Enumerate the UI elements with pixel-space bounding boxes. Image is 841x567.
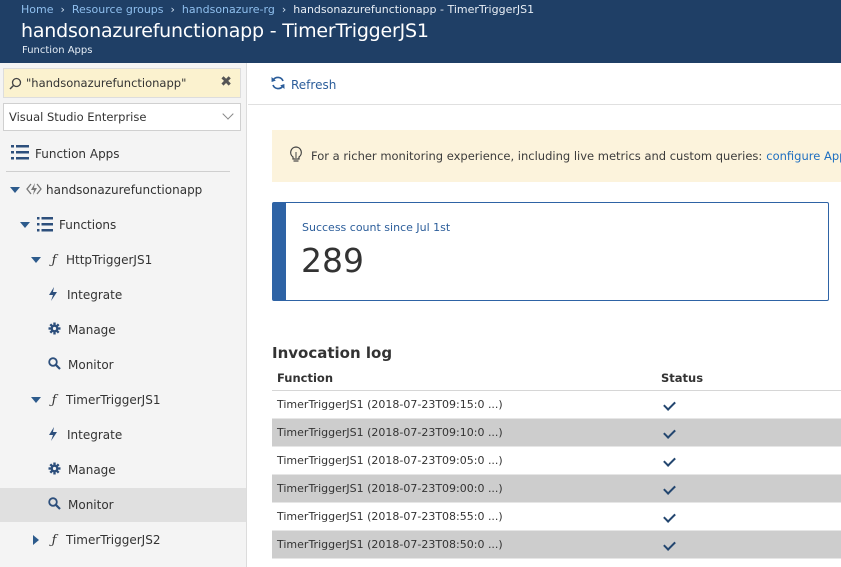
table-row[interactable]: TimerTriggerJS1 (2018-07-23T09:10:0 ...) <box>272 419 841 447</box>
refresh-icon <box>270 75 286 94</box>
refresh-label: Refresh <box>291 77 337 92</box>
search-icon <box>4 77 26 90</box>
tree-item-integrate[interactable]: Integrate <box>0 418 246 452</box>
invocation-function[interactable]: TimerTriggerJS1 (2018-07-23T08:50:0 ...) <box>272 538 661 551</box>
table-header: Function Status <box>272 366 841 391</box>
nav-function-apps[interactable]: Function Apps <box>0 137 246 171</box>
checkmark-icon <box>663 398 676 411</box>
tree-item-monitor-selected[interactable]: Monitor <box>0 488 246 522</box>
invocation-log-title: Invocation log <box>272 344 393 362</box>
search-input[interactable] <box>26 76 211 90</box>
checkmark-icon <box>663 482 676 495</box>
refresh-button[interactable]: Refresh <box>270 75 336 94</box>
command-bar: Refresh <box>248 63 841 105</box>
success-count-label: Success count since Jul 1st <box>302 221 451 234</box>
success-count-value: 289 <box>301 241 364 280</box>
sidebar-divider <box>6 171 230 172</box>
chevron-right-icon: › <box>281 3 287 16</box>
function-name: HttpTriggerJS1 <box>66 253 153 267</box>
table-row[interactable]: TimerTriggerJS1 (2018-07-23T08:50:0 ...) <box>272 531 841 559</box>
column-header-status: Status <box>661 371 704 385</box>
expand-caret-icon[interactable] <box>31 257 41 263</box>
tree-item-manage-label: Manage <box>68 463 116 477</box>
tree-item-function[interactable]: ƒ TimerTriggerJS2 <box>0 523 246 557</box>
invocation-function[interactable]: TimerTriggerJS1 (2018-07-23T09:15:0 ...) <box>272 398 661 411</box>
search-icon <box>48 497 61 513</box>
page-subtitle: Function Apps <box>22 45 93 56</box>
info-banner: For a richer monitoring experience, incl… <box>272 130 841 182</box>
tree-item-functions[interactable]: Functions <box>0 208 246 242</box>
breadcrumb-home[interactable]: Home <box>21 3 53 16</box>
tree-item-monitor-label: Monitor <box>68 358 114 372</box>
function-icon: ƒ <box>51 252 57 268</box>
function-app-icon <box>26 182 42 199</box>
column-header-function: Function <box>277 371 334 385</box>
close-icon[interactable]: ✖ <box>220 74 232 90</box>
tree-item-manage[interactable]: Manage <box>0 453 246 487</box>
breadcrumb-current: handsonazurefunctionapp - TimerTriggerJS… <box>293 3 535 16</box>
checkmark-icon <box>663 510 676 523</box>
chevron-right-icon: › <box>60 3 65 16</box>
success-count-card: Success count since Jul 1st 289 <box>272 202 829 301</box>
table-row[interactable]: TimerTriggerJS1 (2018-07-23T09:00:0 ...) <box>272 475 841 503</box>
table-row[interactable]: TimerTriggerJS1 (2018-07-23T09:05:0 ...) <box>272 447 841 475</box>
function-icon: ƒ <box>51 392 57 408</box>
sidebar: ✖ Visual Studio Enterprise Function Apps… <box>0 63 247 567</box>
page-title: handsonazurefunctionapp - TimerTriggerJS… <box>21 20 429 42</box>
subscription-selected: Visual Studio Enterprise <box>9 110 147 124</box>
tree-item-manage[interactable]: Manage <box>0 313 246 347</box>
expand-caret-icon[interactable] <box>31 397 41 403</box>
search-icon <box>48 357 61 373</box>
chevron-right-icon: › <box>170 3 175 16</box>
list-icon <box>37 216 53 235</box>
expand-caret-icon[interactable] <box>10 187 20 193</box>
function-name: TimerTriggerJS1 <box>66 393 161 407</box>
subscription-dropdown[interactable]: Visual Studio Enterprise <box>3 103 241 131</box>
tree-item-integrate[interactable]: Integrate <box>0 278 246 312</box>
chevron-down-icon <box>222 108 234 120</box>
banner-text: For a richer monitoring experience, incl… <box>311 149 763 163</box>
breadcrumb: Home › Resource groups › handsonazure-rg… <box>21 3 534 16</box>
lightning-icon <box>48 426 58 444</box>
lightning-icon <box>48 286 58 304</box>
expand-caret-icon[interactable] <box>33 535 39 545</box>
checkmark-icon <box>663 426 676 439</box>
invocation-function[interactable]: TimerTriggerJS1 (2018-07-23T09:05:0 ...) <box>272 454 661 467</box>
search-box[interactable]: ✖ <box>3 68 241 98</box>
list-icon <box>11 144 29 164</box>
tree-item-monitor[interactable]: Monitor <box>0 348 246 382</box>
nav-function-apps-label: Function Apps <box>35 147 120 161</box>
tree-item-function-app[interactable]: handsonazurefunctionapp <box>0 173 246 207</box>
checkmark-icon <box>663 538 676 551</box>
tree-item-function[interactable]: ƒ TimerTriggerJS1 <box>0 383 246 417</box>
breadcrumb-resource-group[interactable]: handsonazure-rg <box>182 3 275 16</box>
configure-app-insights-link[interactable]: configure Application <box>766 149 841 163</box>
table-row[interactable]: TimerTriggerJS1 (2018-07-23T08:55:0 ...) <box>272 503 841 531</box>
invocation-log-table: Function Status TimerTriggerJS1 (2018-07… <box>272 366 841 559</box>
invocation-function[interactable]: TimerTriggerJS1 (2018-07-23T09:10:0 ...) <box>272 426 661 439</box>
checkmark-icon <box>663 454 676 467</box>
gear-icon <box>48 462 61 478</box>
function-icon: ƒ <box>51 532 57 548</box>
invocation-function[interactable]: TimerTriggerJS1 (2018-07-23T09:00:0 ...) <box>272 482 661 495</box>
breadcrumb-resource-groups[interactable]: Resource groups <box>72 3 164 16</box>
tree-item-monitor-label: Monitor <box>68 498 114 512</box>
gear-icon <box>48 322 61 338</box>
tree-item-integrate-label: Integrate <box>67 428 123 442</box>
tree-item-function-app-label: handsonazurefunctionapp <box>46 183 203 197</box>
tree-item-function[interactable]: ƒ HttpTriggerJS1 <box>0 243 246 277</box>
top-header: Home › Resource groups › handsonazure-rg… <box>0 0 841 63</box>
invocation-function[interactable]: TimerTriggerJS1 (2018-07-23T08:55:0 ...) <box>272 510 661 523</box>
tree-item-manage-label: Manage <box>68 323 116 337</box>
expand-caret-icon[interactable] <box>20 222 30 228</box>
function-name: TimerTriggerJS2 <box>66 533 161 547</box>
lightbulb-icon <box>289 146 303 166</box>
tree-item-integrate-label: Integrate <box>67 288 123 302</box>
table-row[interactable]: TimerTriggerJS1 (2018-07-23T09:15:0 ...) <box>272 391 841 419</box>
tree-item-functions-label: Functions <box>59 218 117 232</box>
